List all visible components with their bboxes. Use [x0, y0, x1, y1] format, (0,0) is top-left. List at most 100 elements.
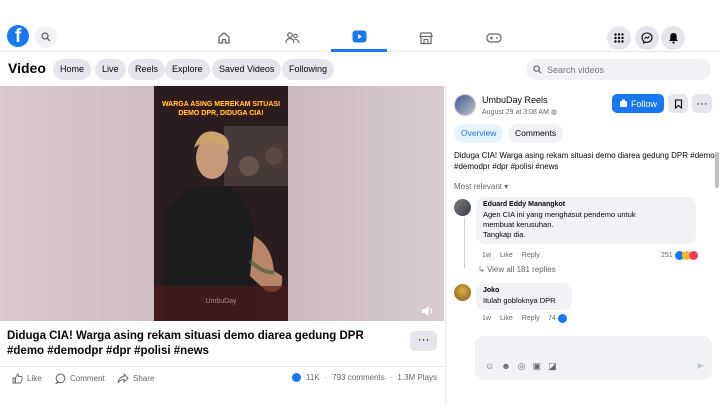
emoji-icon[interactable]: ☻ [501, 361, 510, 372]
comment-time[interactable]: 1w [482, 252, 491, 259]
comments-count[interactable]: 793 comments [332, 373, 384, 382]
messenger-button[interactable] [635, 26, 659, 50]
more-dots-icon: ··· [696, 97, 708, 110]
comment-reaction-count: 74 [548, 315, 556, 322]
comment-like-button[interactable]: Like [500, 315, 513, 322]
video-actions-row: Like Comment Share 11K · 793 comments · … [0, 366, 444, 386]
comment-reply-button[interactable]: Reply [522, 252, 540, 259]
video-icon [352, 30, 366, 43]
gif-icon[interactable]: ▣ [533, 361, 542, 372]
video-search-input[interactable] [547, 64, 697, 75]
top-navigation-bar: f [0, 0, 720, 52]
avatar-sticker-icon[interactable]: ☺ [485, 361, 494, 372]
comment-reactions[interactable]: 251 [661, 251, 698, 260]
comment-icon [55, 373, 66, 384]
nav-friends[interactable] [264, 24, 320, 52]
share-button[interactable]: Share [117, 373, 154, 384]
volume-button[interactable] [420, 304, 434, 318]
chip-home[interactable]: Home [53, 59, 92, 80]
reply-arrow-icon: ↳ [478, 265, 487, 274]
facebook-logo[interactable]: f [7, 25, 29, 47]
comment-like-button[interactable]: Like [500, 252, 513, 259]
chip-saved-videos[interactable]: Saved Videos [212, 59, 282, 80]
tab-overview[interactable]: Overview [454, 124, 504, 143]
nav-video[interactable] [331, 24, 387, 52]
reply-thread-line [464, 218, 465, 268]
comment-text-line: membuat kerusuhan. [483, 220, 554, 229]
video-frame[interactable]: WARGA ASING MEREKAM SITUASI DEMO DPR, DI… [154, 86, 288, 321]
tab-comments[interactable]: Comments [508, 124, 564, 143]
gaming-icon [486, 33, 502, 43]
messenger-icon [641, 32, 653, 44]
nav-home[interactable] [196, 24, 252, 52]
comment-composer[interactable]: ☺ ☻ ◎ ▣ ◪ ➤ [475, 336, 712, 380]
love-reaction-icon [688, 251, 698, 260]
view-replies-label: View all 181 replies [486, 265, 556, 274]
panel-scrollbar[interactable] [715, 152, 719, 188]
menu-grid-icon [614, 33, 624, 43]
nav-marketplace[interactable] [398, 24, 454, 52]
notifications-button[interactable] [661, 26, 685, 50]
comment-input[interactable] [485, 342, 685, 351]
page-title: Video [8, 60, 46, 76]
sort-label: Most relevant [454, 182, 503, 191]
comment-label: Comment [70, 374, 105, 383]
post-description: Diduga CIA! Warga asing rekam situasi de… [454, 151, 715, 171]
engagement-stats: 11K · 793 comments · 1.3M Plays [291, 373, 437, 382]
bookmark-icon [674, 98, 682, 109]
share-icon [117, 373, 129, 384]
thumbs-up-icon [12, 373, 23, 384]
commenter-avatar[interactable] [454, 284, 471, 301]
video-title: Diduga CIA! Warga asing rekam situasi de… [7, 330, 364, 357]
chip-following[interactable]: Following [282, 59, 335, 80]
more-options-button[interactable]: ··· [410, 331, 437, 351]
search-button[interactable] [35, 26, 57, 48]
comment-reactions[interactable]: 74 [548, 314, 567, 323]
like-button[interactable]: Like [12, 373, 42, 384]
save-button[interactable] [668, 94, 688, 113]
like-reaction-icon [557, 314, 567, 323]
video-scene [154, 86, 288, 321]
view-replies-link[interactable]: ↳ View all 181 replies [478, 265, 556, 274]
comment-button[interactable]: Comment [55, 373, 105, 384]
comment-sort-dropdown[interactable]: Most relevant ▾ [454, 182, 508, 191]
reactions-count[interactable]: 11K [306, 373, 320, 382]
comment-reply-button[interactable]: Reply [522, 315, 540, 322]
menu-button[interactable] [607, 26, 631, 50]
video-search-box[interactable] [526, 59, 711, 80]
commenter-name[interactable]: Joko [483, 287, 565, 294]
sticker-icon[interactable]: ◪ [548, 361, 557, 372]
chip-reels[interactable]: Reels [128, 59, 166, 80]
commenter-avatar[interactable] [454, 199, 471, 216]
chip-explore[interactable]: Explore [165, 59, 210, 80]
chip-live[interactable]: Live [95, 59, 126, 80]
share-label: Share [133, 374, 155, 383]
camera-icon[interactable]: ◎ [518, 361, 526, 372]
comment-text-line: Tangkap dia. [483, 230, 526, 239]
panel-more-button[interactable]: ··· [692, 94, 712, 113]
video-subnav: Video Home Live Reels Explore Saved Vide… [0, 52, 720, 86]
globe-icon: ◍ [550, 109, 557, 116]
marketplace-icon [419, 32, 433, 45]
comment-bubble: Joko Itulah gobloknya DPR [476, 283, 572, 310]
plays-count: 1.3M Plays [397, 373, 437, 382]
comment-time[interactable]: 1w [482, 315, 491, 322]
search-icon [533, 65, 542, 74]
send-icon[interactable]: ➤ [696, 361, 704, 372]
follow-button[interactable]: Follow [612, 94, 664, 113]
page-name[interactable]: UmbuDay Reels [482, 95, 548, 105]
video-player[interactable]: WARGA ASING MEREKAM SITUASI DEMO DPR, DI… [0, 86, 444, 321]
speaker-icon [422, 306, 433, 316]
home-icon [218, 32, 230, 44]
video-caption-overlay: WARGA ASING MEREKAM SITUASI DEMO DPR, DI… [161, 101, 281, 117]
chevron-down-icon: ▾ [504, 182, 509, 191]
nav-gaming[interactable] [466, 24, 522, 52]
comment-bubble: Eduard Eddy Manangkot Agen CIA ini yang … [476, 197, 696, 244]
comment-reaction-count: 251 [661, 252, 673, 259]
post-date[interactable]: August 29 at 3:08 AM ◍ [482, 108, 557, 116]
follow-page-icon [619, 99, 627, 107]
post-date-text: August 29 at 3:08 AM [482, 109, 549, 116]
commenter-name[interactable]: Eduard Eddy Manangkot [483, 201, 689, 208]
like-label: Like [27, 374, 42, 383]
page-avatar[interactable] [454, 94, 476, 116]
